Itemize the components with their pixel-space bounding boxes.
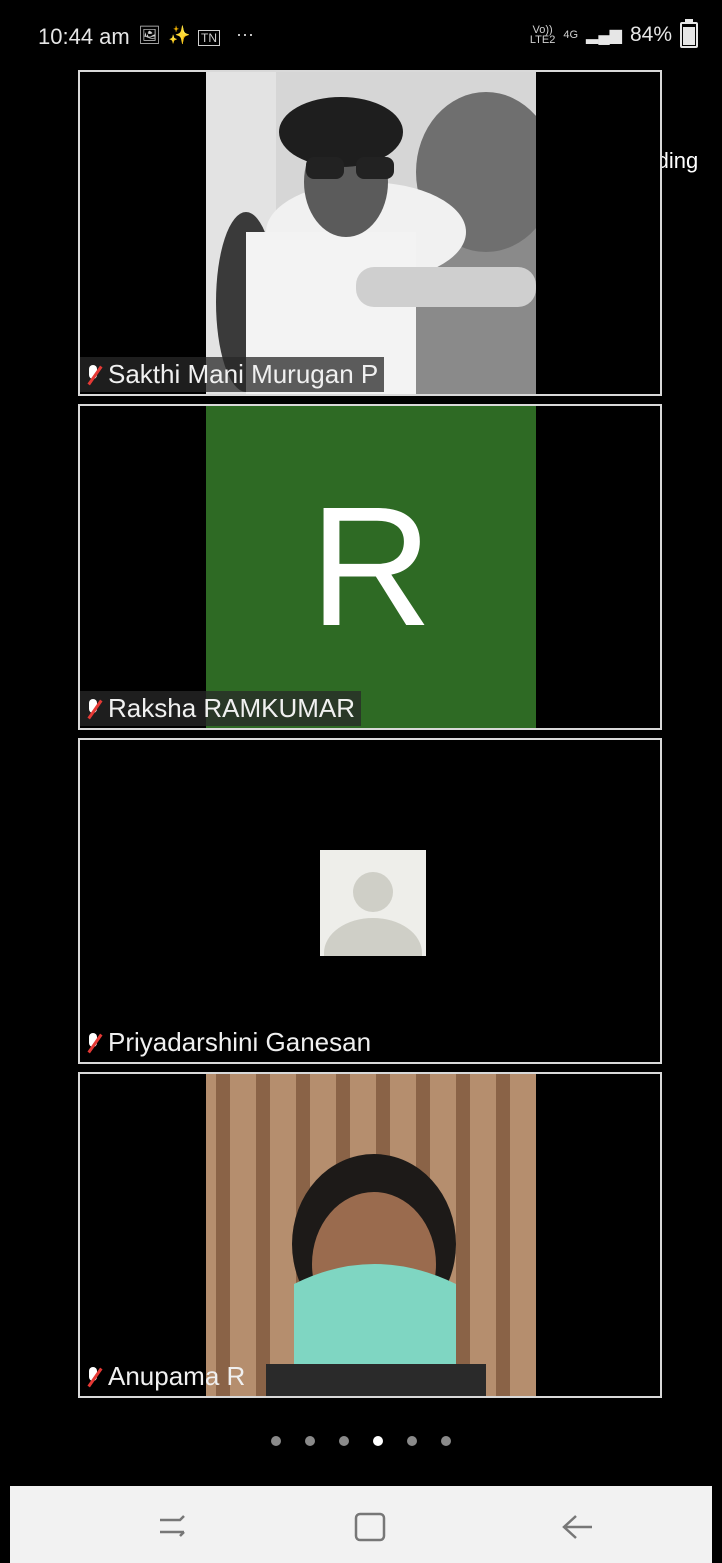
network-type: 4G	[563, 29, 579, 41]
participant-tile[interactable]: Sakthi Mani Murugan P	[78, 70, 662, 396]
page-dot[interactable]	[373, 1436, 383, 1446]
signal-icon: ▂▄▆	[586, 27, 622, 44]
participant-avatar-initial: R	[206, 406, 536, 728]
more-icon: ⋯	[236, 25, 254, 45]
page-dot[interactable]	[271, 1436, 281, 1446]
mic-muted-icon	[84, 363, 102, 387]
battery-icon	[680, 19, 698, 48]
magic-wand-icon: ✨	[168, 25, 191, 45]
recent-apps-icon[interactable]	[152, 1510, 192, 1544]
mic-muted-icon	[84, 1365, 102, 1389]
participant-name-tag: Raksha RAMKUMAR	[80, 691, 362, 726]
participant-tile[interactable]: Priyadarshini Ganesan	[78, 738, 662, 1064]
mic-muted-icon	[84, 1031, 102, 1055]
participant-video	[206, 1074, 536, 1396]
participant-name-tag: Sakthi Mani Murugan P	[80, 357, 385, 392]
battery-percent: 84%	[629, 23, 672, 46]
volte-icon: Vo)) LTE2	[529, 24, 556, 46]
page-dot[interactable]	[339, 1436, 349, 1446]
gallery-icon: 🖼	[138, 25, 161, 45]
home-icon[interactable]	[350, 1510, 390, 1544]
participant-tile[interactable]: Anupama R	[78, 1072, 662, 1398]
page-dot[interactable]	[441, 1436, 451, 1446]
default-avatar-icon	[320, 850, 426, 956]
back-icon[interactable]	[558, 1510, 598, 1544]
participant-name: Priyadarshini Ganesan	[108, 1027, 372, 1057]
page-dot[interactable]	[407, 1436, 417, 1446]
status-time: 10:44 am	[38, 24, 130, 49]
participant-name-tag: Priyadarshini Ganesan	[80, 1025, 377, 1060]
tn-icon: TN	[198, 30, 220, 46]
participant-name: Raksha RAMKUMAR	[108, 693, 356, 723]
page-indicator[interactable]	[0, 1436, 722, 1446]
participant-tile[interactable]: R Raksha RAMKUMAR	[78, 404, 662, 730]
participant-name: Anupama R	[108, 1361, 246, 1391]
participant-name-tag: Anupama R	[80, 1359, 251, 1394]
participant-name: Sakthi Mani Murugan P	[108, 359, 379, 389]
page-dot[interactable]	[305, 1436, 315, 1446]
status-bar: 10:44 am 🖼 ✨ TN ⋯ Vo)) LTE2 4G ▂▄▆ 84%	[0, 0, 722, 70]
participant-video	[206, 72, 536, 394]
mic-muted-icon	[84, 697, 102, 721]
system-nav-bar	[10, 1486, 712, 1563]
